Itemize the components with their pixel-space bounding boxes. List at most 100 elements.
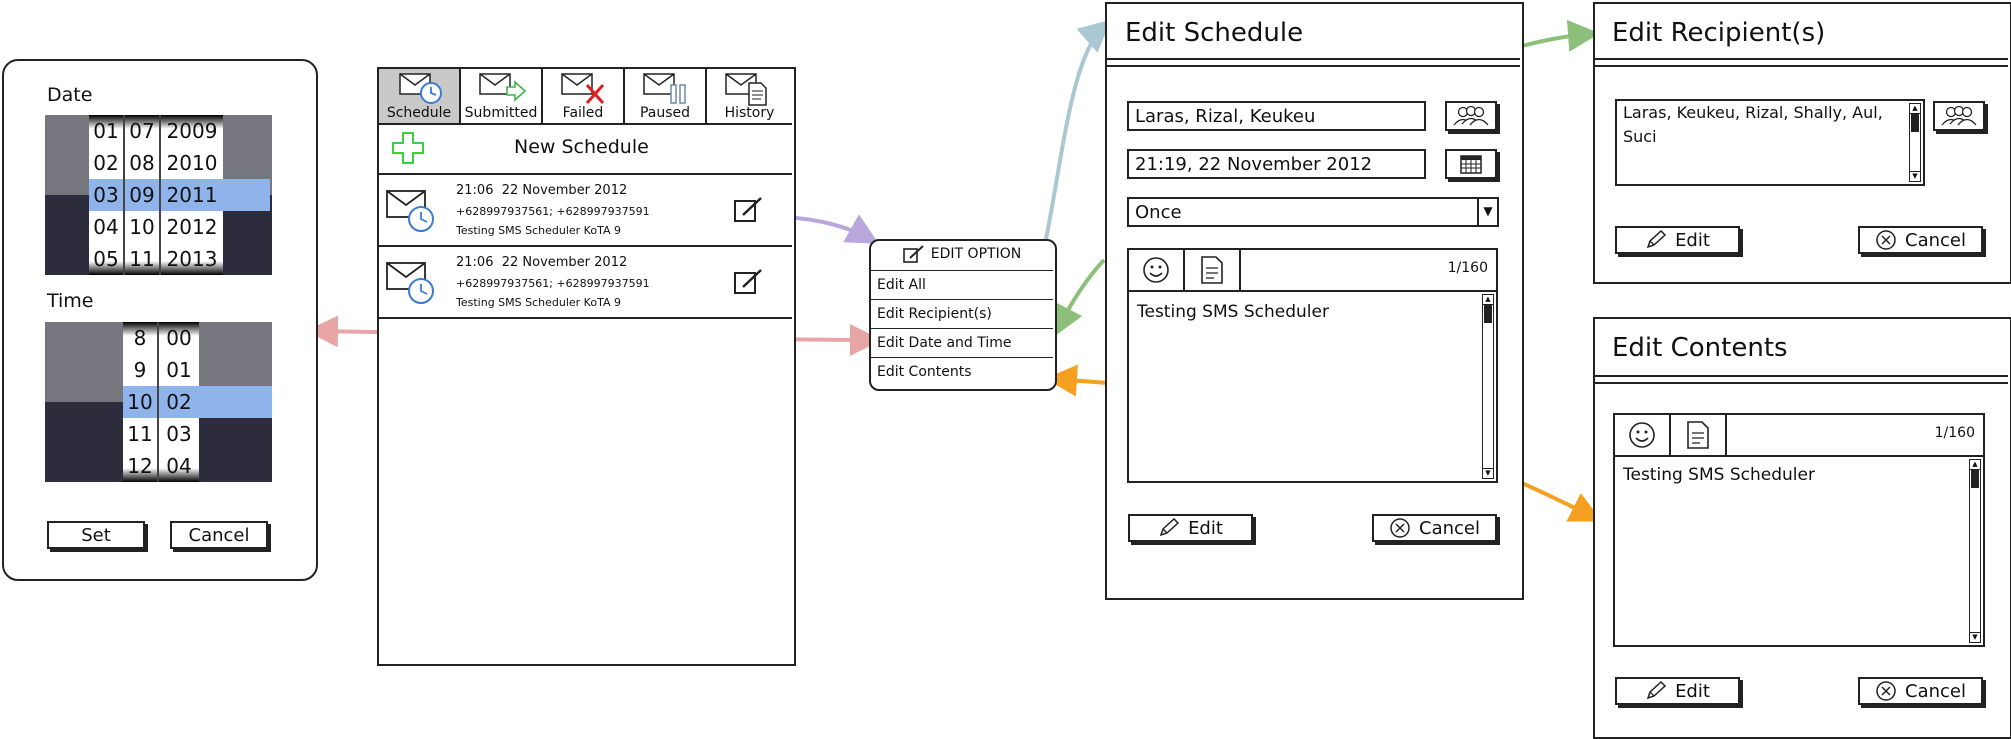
message-text: Testing SMS Scheduler KoTA 9: [456, 224, 621, 237]
month-option[interactable]: 07: [125, 115, 159, 147]
minute-option[interactable]: 04: [159, 450, 199, 482]
hour-option[interactable]: 10: [123, 386, 157, 418]
year-option[interactable]: 2009: [161, 115, 223, 147]
envelope-history-icon: [725, 73, 767, 106]
contacts-button[interactable]: [1445, 101, 1497, 131]
time-picker-wheel[interactable]: 8 9 10 11 12 00 01 02 03 04: [45, 322, 272, 482]
envelope-clock-icon: [386, 190, 434, 232]
recipients-line: Laras, Keukeu, Rizal, Shally, Aul,: [1623, 103, 1883, 122]
minute-option[interactable]: 02: [159, 386, 199, 418]
smiley-icon: [1143, 257, 1169, 283]
year-option[interactable]: 2011: [161, 179, 223, 211]
calendar-button[interactable]: [1445, 149, 1497, 179]
new-schedule-row[interactable]: New Schedule: [379, 125, 792, 175]
edit-button[interactable]: Edit: [1128, 514, 1253, 542]
tab-failed[interactable]: Failed: [543, 69, 625, 123]
set-button[interactable]: Set: [47, 521, 145, 549]
cancel-button[interactable]: Cancel: [1858, 677, 1983, 705]
template-button[interactable]: [1185, 250, 1241, 290]
smiley-icon: [1629, 422, 1655, 448]
hour-option[interactable]: 11: [123, 418, 157, 450]
year-option[interactable]: 2010: [161, 147, 223, 179]
hour-option[interactable]: 12: [123, 450, 157, 482]
new-schedule-label: New Schedule: [514, 136, 649, 158]
contacts-button[interactable]: [1933, 101, 1985, 131]
tab-history[interactable]: History: [707, 69, 792, 123]
month-option[interactable]: 09: [125, 179, 159, 211]
scrollbar[interactable]: ▲ ▼: [1909, 103, 1921, 182]
cancel-button[interactable]: Cancel: [1858, 226, 1983, 254]
hour-option[interactable]: 9: [123, 354, 157, 386]
minute-option[interactable]: 01: [159, 354, 199, 386]
day-option[interactable]: 03: [89, 179, 123, 211]
message-list-item[interactable]: 21:06 22 November 2012 +628997937561; +6…: [379, 175, 792, 247]
message-list-item[interactable]: 21:06 22 November 2012 +628997937561; +6…: [379, 247, 792, 319]
year-option[interactable]: 2012: [161, 211, 223, 243]
cancel-button-label: Cancel: [1419, 517, 1480, 539]
tab-failed-label: Failed: [562, 105, 604, 121]
contacts-icon: [1941, 105, 1977, 126]
edit-icon: [902, 245, 924, 263]
picker-cancel-button[interactable]: Cancel: [170, 521, 268, 549]
month-option[interactable]: 11: [125, 243, 159, 275]
date-label: Date: [47, 84, 93, 106]
day-option[interactable]: 04: [89, 211, 123, 243]
char-counter: 1/160: [1934, 425, 1975, 441]
edit-button-label: Edit: [1675, 680, 1710, 702]
datetime-field[interactable]: 21:19, 22 November 2012: [1127, 149, 1426, 179]
edit-icon[interactable]: [733, 195, 765, 225]
menu-item-edit-contents[interactable]: Edit Contents: [871, 357, 1053, 385]
repeat-select[interactable]: Once ▼: [1127, 197, 1499, 227]
date-picker-wheel[interactable]: 01 02 03 04 05 07 08 09 10 11 2009 2010 2011 2012 2013: [45, 115, 272, 275]
template-button[interactable]: [1671, 415, 1727, 455]
edit-icon[interactable]: [733, 267, 765, 297]
edit-recipients-title: Edit Recipient(s): [1612, 18, 1826, 48]
pencil-icon: [1646, 230, 1667, 249]
envelope-send-icon: [479, 73, 527, 102]
edit-contents-title: Edit Contents: [1612, 333, 1788, 363]
tab-submitted-label: Submitted: [464, 105, 538, 121]
envelope-failed-icon: [561, 73, 605, 104]
emoji-button[interactable]: [1615, 415, 1671, 455]
close-circle-icon: [1876, 681, 1896, 701]
month-option[interactable]: 08: [125, 147, 159, 179]
message-body[interactable]: Testing SMS Scheduler: [1623, 465, 1815, 485]
cancel-button-label: Cancel: [1905, 680, 1966, 702]
title-divider: [1595, 375, 2008, 384]
arrow-schedule-to-recipients: [1521, 19, 1600, 52]
day-option[interactable]: 01: [89, 115, 123, 147]
year-option[interactable]: 2013: [161, 243, 223, 275]
menu-item-edit-recipients[interactable]: Edit Recipient(s): [871, 299, 1053, 327]
arrow-recipients-menu-to-schedule: [1053, 258, 1106, 338]
day-option[interactable]: 05: [89, 243, 123, 275]
minute-option[interactable]: 00: [159, 322, 199, 354]
edit-button[interactable]: Edit: [1615, 677, 1740, 705]
tab-schedule[interactable]: Schedule: [379, 69, 461, 123]
menu-item-edit-all[interactable]: Edit All: [871, 270, 1053, 298]
hour-option[interactable]: 8: [123, 322, 157, 354]
day-option[interactable]: 02: [89, 147, 123, 179]
menu-item-edit-date-time[interactable]: Edit Date and Time: [871, 328, 1053, 356]
tab-paused[interactable]: Paused: [625, 69, 707, 123]
tab-submitted[interactable]: Submitted: [461, 69, 543, 123]
tab-schedule-label: Schedule: [386, 105, 452, 121]
char-counter: 1/160: [1447, 260, 1488, 276]
message-recipients: +628997937561; +628997937591: [456, 277, 650, 290]
emoji-button[interactable]: [1129, 250, 1185, 290]
cancel-button[interactable]: Cancel: [1372, 514, 1497, 542]
menu-item-label: Edit All: [877, 277, 926, 293]
pencil-icon: [1159, 518, 1180, 537]
edit-option-header: EDIT OPTION: [871, 241, 1053, 267]
recipients-field[interactable]: Laras, Rizal, Keukeu: [1127, 101, 1426, 131]
minute-option[interactable]: 03: [159, 418, 199, 450]
message-body[interactable]: Testing SMS Scheduler: [1137, 302, 1329, 322]
scrollbar[interactable]: ▲ ▼: [1969, 459, 1981, 643]
close-circle-icon: [1390, 518, 1410, 538]
tab-bar: Schedule Submitted Failed Paused History: [379, 69, 792, 125]
scrollbar[interactable]: ▲ ▼: [1482, 294, 1494, 479]
message-datetime: 21:06 22 November 2012: [456, 255, 628, 270]
month-option[interactable]: 10: [125, 211, 159, 243]
recipients-textarea[interactable]: Laras, Keukeu, Rizal, Shally, Aul, Suci …: [1615, 99, 1925, 186]
envelope-clock-icon: [399, 73, 442, 104]
edit-button[interactable]: Edit: [1615, 226, 1740, 254]
